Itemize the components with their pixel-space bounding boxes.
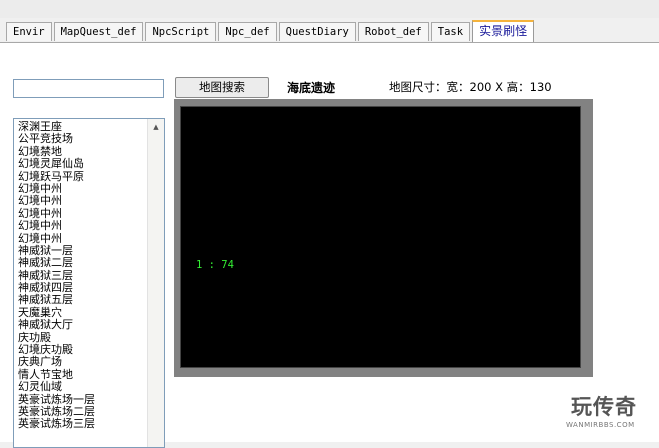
map-list-item[interactable]: 神威狱大厅 bbox=[18, 318, 95, 331]
tab-envir[interactable]: Envir bbox=[6, 22, 52, 41]
map-list-item[interactable]: 神威狱五层 bbox=[18, 294, 95, 307]
map-filter-input[interactable] bbox=[13, 79, 164, 98]
tab-robot-def[interactable]: Robot_def bbox=[357, 22, 429, 41]
map-list-items: 深渊王座 公平竞技场 幻境禁地 幻境灵犀仙岛 幻境跃马平原 幻境中州 幻境中州 幻境中州 幻境中… bbox=[18, 120, 95, 431]
map-list-item[interactable]: 公平竞技场 bbox=[18, 132, 95, 145]
tab-mapquest-def[interactable]: MapQuest_def bbox=[53, 22, 144, 41]
map-list-item[interactable]: 幻灵仙域 bbox=[18, 380, 95, 393]
coordinate-readout: 1 : 74 bbox=[196, 259, 234, 271]
map-list-item[interactable]: 庆典广场 bbox=[18, 356, 95, 369]
map-list-item[interactable]: 幻境中州 bbox=[18, 219, 95, 232]
title-band bbox=[0, 0, 659, 18]
map-size-label: 地图尺寸：宽：200 X 高：130 bbox=[389, 80, 552, 94]
scroll-up-arrow-icon[interactable]: ▲ bbox=[148, 121, 164, 133]
map-list[interactable]: 深渊王座 公平竞技场 幻境禁地 幻境灵犀仙岛 幻境跃马平原 幻境中州 幻境中州 幻境中州 幻境中… bbox=[13, 118, 165, 448]
tab-task[interactable]: Task bbox=[430, 22, 471, 41]
map-list-item[interactable]: 英豪试炼场三层 bbox=[18, 417, 95, 430]
tab-npc-def[interactable]: Npc_def bbox=[218, 22, 277, 41]
map-search-button[interactable]: 地图搜索 bbox=[175, 77, 269, 98]
watermark-subtitle: WANMIRBBS.COM bbox=[566, 421, 635, 429]
tab-npcscript[interactable]: NpcScript bbox=[145, 22, 217, 41]
watermark-title: 玩传奇 bbox=[571, 395, 637, 419]
tab-strip: Envir MapQuest_def NpcScript Npc_def Que… bbox=[6, 20, 535, 42]
map-list-item[interactable]: 神威狱二层 bbox=[18, 256, 95, 269]
map-canvas[interactable] bbox=[180, 106, 581, 368]
map-list-item[interactable]: 幻境灵犀仙岛 bbox=[18, 157, 95, 170]
map-list-scrollbar[interactable]: ▲ bbox=[147, 119, 164, 447]
tab-questdiary[interactable]: QuestDiary bbox=[278, 22, 356, 41]
tab-monster-spawn[interactable]: 实景刷怪 bbox=[472, 20, 535, 42]
map-list-item[interactable]: 幻境中州 bbox=[18, 194, 95, 207]
selected-map-name: 海底遗迹 bbox=[287, 81, 336, 95]
